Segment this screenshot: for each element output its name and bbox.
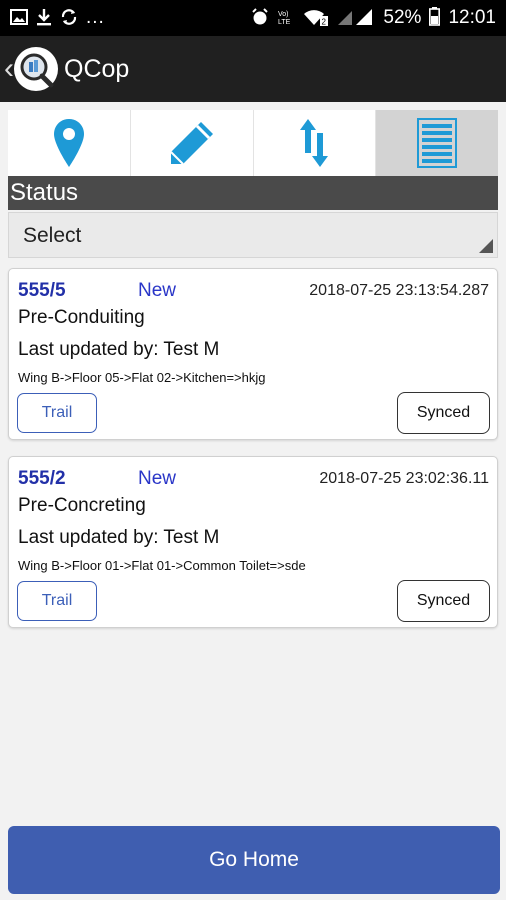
card-timestamp: 2018-07-25 23:13:54.287 <box>309 282 489 299</box>
card-id: 555/2 <box>18 468 66 489</box>
trail-button[interactable]: Trail <box>17 581 97 621</box>
status-bar-left: ... <box>10 7 105 29</box>
activity-card: 555/2 New 2018-07-25 23:02:36.11 Pre-Con… <box>8 456 498 628</box>
app-title: QCop <box>64 54 130 83</box>
synced-button[interactable]: Synced <box>397 580 490 622</box>
tab-bar <box>8 110 498 176</box>
battery-percent: 52% <box>383 7 422 28</box>
list-icon <box>417 118 458 168</box>
sync-icon <box>60 8 78 29</box>
card-status: New <box>138 280 177 301</box>
download-icon <box>36 8 52 29</box>
alarm-icon <box>251 7 269 29</box>
back-chevron-icon[interactable]: ‹ <box>4 54 14 84</box>
dropdown-arrow-icon <box>479 239 493 253</box>
card-header: 555/5 New 2018-07-25 23:13:54.287 <box>18 279 489 303</box>
svg-text:LTE: LTE <box>278 19 291 26</box>
signal-icon <box>337 8 375 29</box>
card-timestamp: 2018-07-25 23:02:36.11 <box>319 470 489 487</box>
card-updated-by: Last updated by: Test M <box>18 339 220 360</box>
image-icon <box>10 8 28 28</box>
more-notifications: ... <box>86 7 105 28</box>
card-stage: Pre-Concreting <box>18 495 146 516</box>
pencil-icon <box>169 122 213 165</box>
card-location-path: Wing B->Floor 05->Flat 02->Kitchen=>hkjg <box>18 370 266 385</box>
trail-button[interactable]: Trail <box>17 393 97 433</box>
app-logo-icon[interactable] <box>14 47 58 91</box>
activity-card: 555/5 New 2018-07-25 23:13:54.287 Pre-Co… <box>8 268 498 440</box>
app-bar: ‹ QCop <box>0 36 506 102</box>
wifi-icon: 2 <box>303 8 329 29</box>
status-bar-right: Vo) LTE 2 52% 12:01 <box>251 7 496 29</box>
synced-button[interactable]: Synced <box>397 392 490 434</box>
go-home-button[interactable]: Go Home <box>8 826 500 894</box>
card-updated-by: Last updated by: Test M <box>18 527 220 548</box>
sync-arrows-icon <box>300 119 329 167</box>
card-id: 555/5 <box>18 280 66 301</box>
status-select[interactable]: Select <box>8 212 498 258</box>
card-status: New <box>138 468 177 489</box>
clock: 12:01 <box>448 7 496 28</box>
card-location-path: Wing B->Floor 01->Flat 01->Common Toilet… <box>18 558 306 573</box>
card-stage: Pre-Conduiting <box>18 307 145 328</box>
volte-icon: Vo) LTE <box>277 8 295 29</box>
battery-icon <box>429 7 441 29</box>
status-header: Status <box>8 176 498 210</box>
tab-list[interactable] <box>376 110 498 176</box>
svg-text:2: 2 <box>322 17 327 26</box>
tab-edit[interactable] <box>130 110 254 176</box>
location-pin-icon <box>53 119 84 167</box>
card-header: 555/2 New 2018-07-25 23:02:36.11 <box>18 467 489 491</box>
tab-sync[interactable] <box>253 110 377 176</box>
svg-text:Vo): Vo) <box>278 11 289 18</box>
status-bar: ... Vo) LTE 2 52% 12:01 <box>0 0 506 36</box>
status-select-value: Select <box>23 224 82 247</box>
tab-location[interactable] <box>8 110 131 176</box>
